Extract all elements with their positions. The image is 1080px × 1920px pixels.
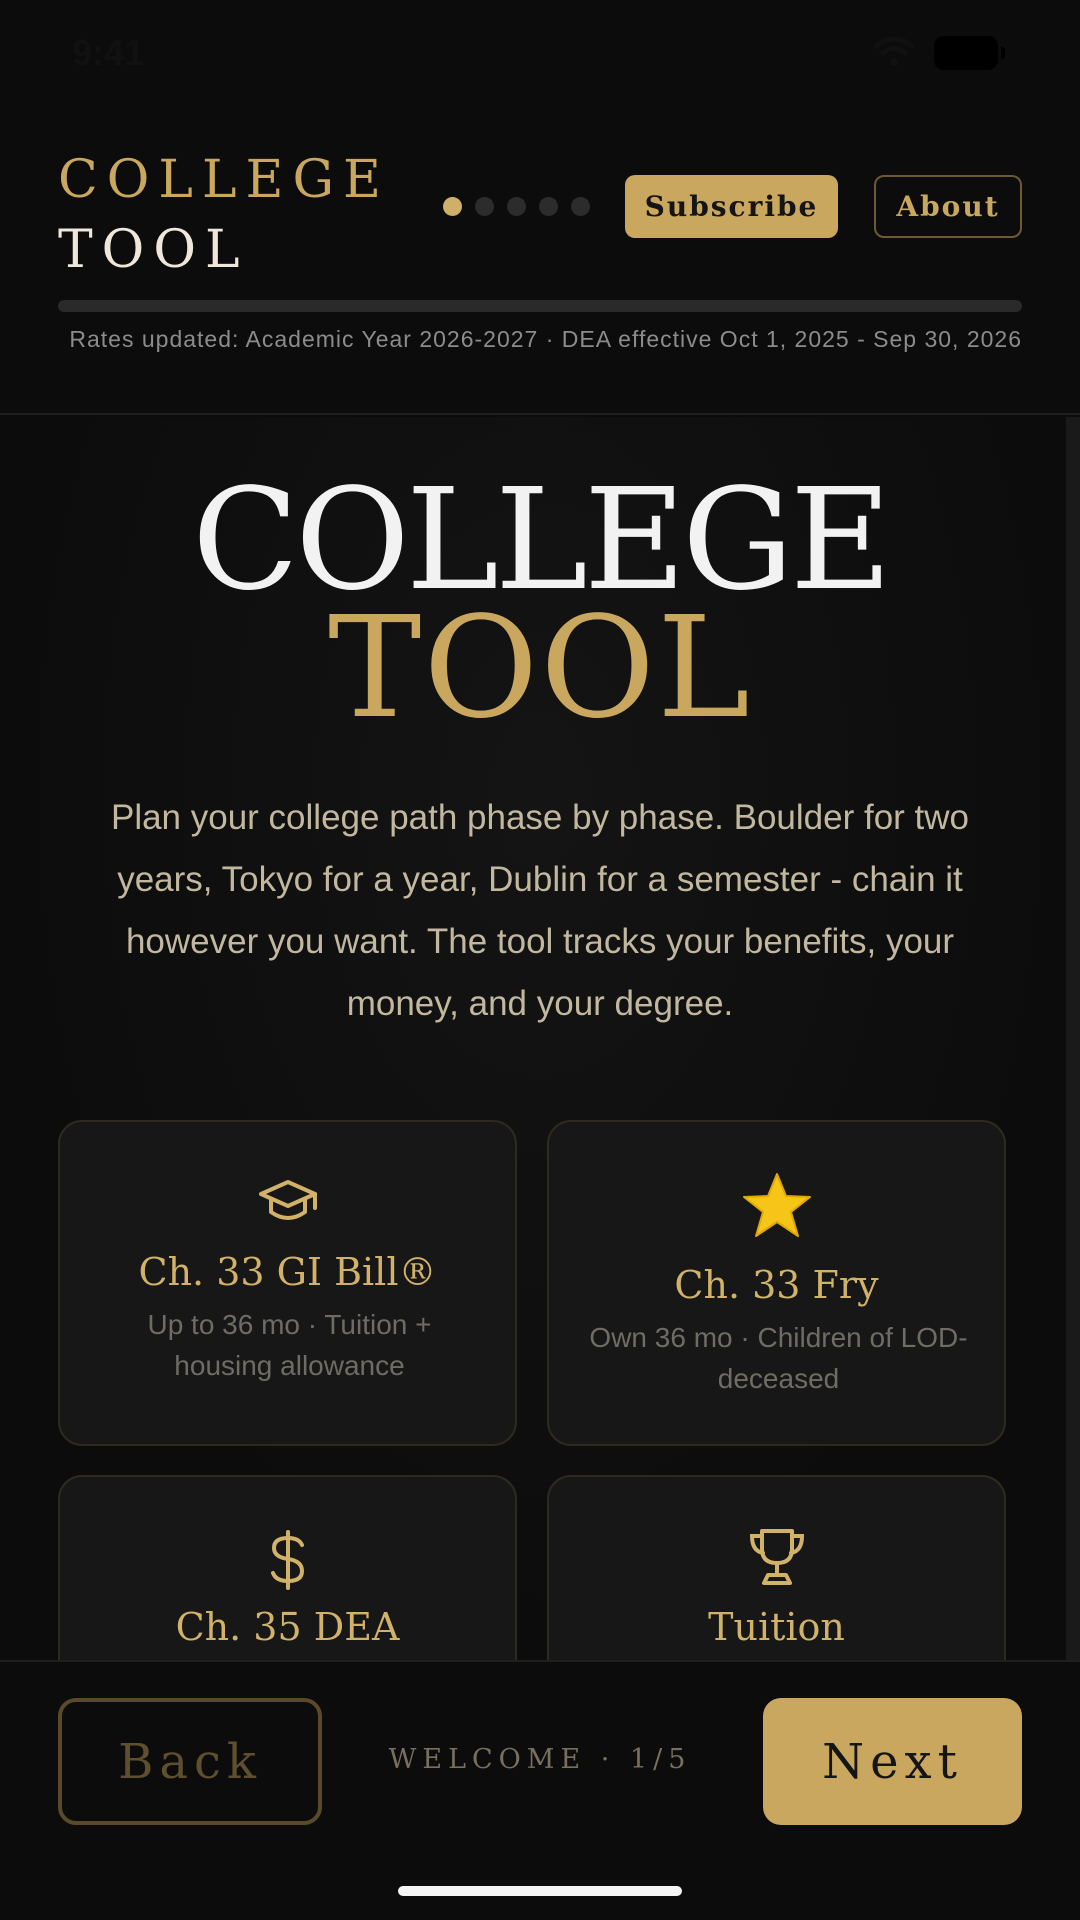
benefit-card-dea[interactable]: Ch. 35 DEA	[58, 1475, 517, 1660]
subscribe-button[interactable]: Subscribe	[625, 175, 838, 238]
back-button[interactable]: Back	[58, 1698, 322, 1825]
step-dot[interactable]	[507, 197, 526, 216]
benefit-card-ch33[interactable]: Ch. 33 GI Bill® Up to 36 mo · Tuition + …	[58, 1120, 517, 1446]
graduation-cap-icon	[60, 1178, 515, 1226]
hero-title-line-1: COLLEGE	[191, 459, 892, 622]
hero-title: COLLEGE TOOL	[0, 459, 1080, 750]
battery-icon	[934, 36, 1005, 70]
card-title: Tuition	[708, 1605, 845, 1649]
brand-line-2: TOOL	[58, 220, 249, 280]
card-description: Up to 36 mo · Tuition + housing allowanc…	[147, 1309, 432, 1381]
card-description: Own 36 mo · Children of LOD-deceased	[589, 1322, 968, 1394]
trophy-icon	[549, 1527, 1004, 1587]
about-button[interactable]: About	[874, 175, 1022, 238]
card-title: Ch. 33 GI Bill®	[138, 1250, 437, 1294]
step-dot[interactable]	[475, 197, 494, 216]
benefit-card-fry[interactable]: Ch. 33 Fry Own 36 mo · Children of LOD-d…	[547, 1120, 1006, 1446]
step-dots	[443, 197, 590, 216]
home-indicator	[398, 1886, 682, 1896]
hero-description: Plan your college path phase by phase. B…	[110, 798, 970, 1023]
next-button[interactable]: Next	[763, 1698, 1022, 1825]
step-dot[interactable]	[571, 197, 590, 216]
card-title: Ch. 35 DEA	[175, 1605, 400, 1649]
scrollbar[interactable]	[1066, 417, 1080, 1660]
step-dot[interactable]	[443, 197, 462, 216]
dollar-icon	[60, 1529, 515, 1591]
brand-line-1: COLLEGE	[58, 150, 390, 210]
main-content: COLLEGE TOOL Plan your college path phas…	[0, 417, 1080, 1660]
screen: 9:41 COLLEGE TOOL Subscribe About Rates …	[0, 0, 1080, 1920]
card-title: Ch. 33 Fry	[674, 1263, 879, 1307]
status-time: 9:41	[72, 32, 145, 73]
star-icon	[549, 1170, 1004, 1242]
benefit-card-tuition[interactable]: Tuition	[547, 1475, 1006, 1660]
hero-title-line-2: TOOL	[328, 587, 752, 750]
footer-nav: Back WELCOME · 1/5 Next	[0, 1660, 1080, 1920]
step-dot[interactable]	[539, 197, 558, 216]
wifi-icon	[873, 36, 915, 66]
app-header: COLLEGE TOOL Subscribe About Rates updat…	[0, 105, 1080, 415]
status-bar: 9:41	[0, 0, 1080, 105]
brand-logo[interactable]: COLLEGE TOOL	[58, 145, 390, 285]
progress-bar	[58, 300, 1022, 312]
rates-note: Rates updated: Academic Year 2026-2027 ·…	[69, 326, 1022, 352]
step-indicator: WELCOME · 1/5	[388, 1744, 692, 1775]
